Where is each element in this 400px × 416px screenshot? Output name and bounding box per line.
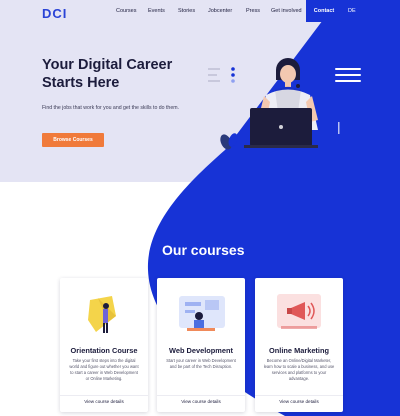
course-card-web-development[interactable]: Web Development Start your career in Web… bbox=[157, 278, 245, 412]
contact-button[interactable]: Contact bbox=[306, 0, 342, 22]
site-header: DCI Courses Events Stories Jobcenter Pre… bbox=[0, 0, 400, 24]
online-marketing-illustration bbox=[277, 294, 321, 329]
courses-heading: Our courses bbox=[162, 242, 245, 258]
card-description: Take your first steps into the digital w… bbox=[69, 358, 139, 381]
nav-item-press[interactable]: Press bbox=[246, 8, 260, 14]
nav-item-get-involved[interactable]: Get involved bbox=[271, 8, 302, 14]
card-divider bbox=[60, 395, 148, 396]
card-title: Orientation Course bbox=[70, 346, 138, 355]
person-laptop-illustration bbox=[208, 58, 340, 150]
card-title: Web Development bbox=[169, 346, 233, 355]
nav-item-jobcenter[interactable]: Jobcenter bbox=[208, 8, 232, 14]
course-card-orientation[interactable]: Orientation Course Take your first steps… bbox=[60, 278, 148, 412]
nav-item-courses[interactable]: Courses bbox=[116, 8, 136, 14]
web-development-illustration bbox=[179, 296, 225, 331]
nav-item-events[interactable]: Events bbox=[148, 8, 165, 14]
nav-item-stories[interactable]: Stories bbox=[178, 8, 195, 14]
card-divider bbox=[255, 395, 343, 396]
card-divider bbox=[157, 395, 245, 396]
language-switch[interactable]: DE bbox=[348, 8, 356, 14]
view-course-details-link[interactable]: View course details bbox=[60, 399, 148, 404]
view-course-details-link[interactable]: View course details bbox=[157, 399, 245, 404]
main-nav: Courses Events Stories Jobcenter Press G… bbox=[0, 0, 400, 24]
card-title: Online Marketing bbox=[269, 346, 329, 355]
course-card-online-marketing[interactable]: Online Marketing Become an Online/Digita… bbox=[255, 278, 343, 412]
hero-title: Your Digital Career Starts Here bbox=[42, 57, 173, 91]
hero-subtitle: Find the jobs that work for you and get … bbox=[42, 105, 179, 111]
card-description: Start your career in Web Development and… bbox=[166, 358, 236, 369]
view-course-details-link[interactable]: View course details bbox=[255, 399, 343, 404]
browse-courses-button[interactable]: Browse Courses bbox=[42, 133, 104, 147]
orientation-illustration bbox=[88, 296, 116, 333]
card-description: Become an Online/Digital Marketer, learn… bbox=[263, 358, 335, 381]
